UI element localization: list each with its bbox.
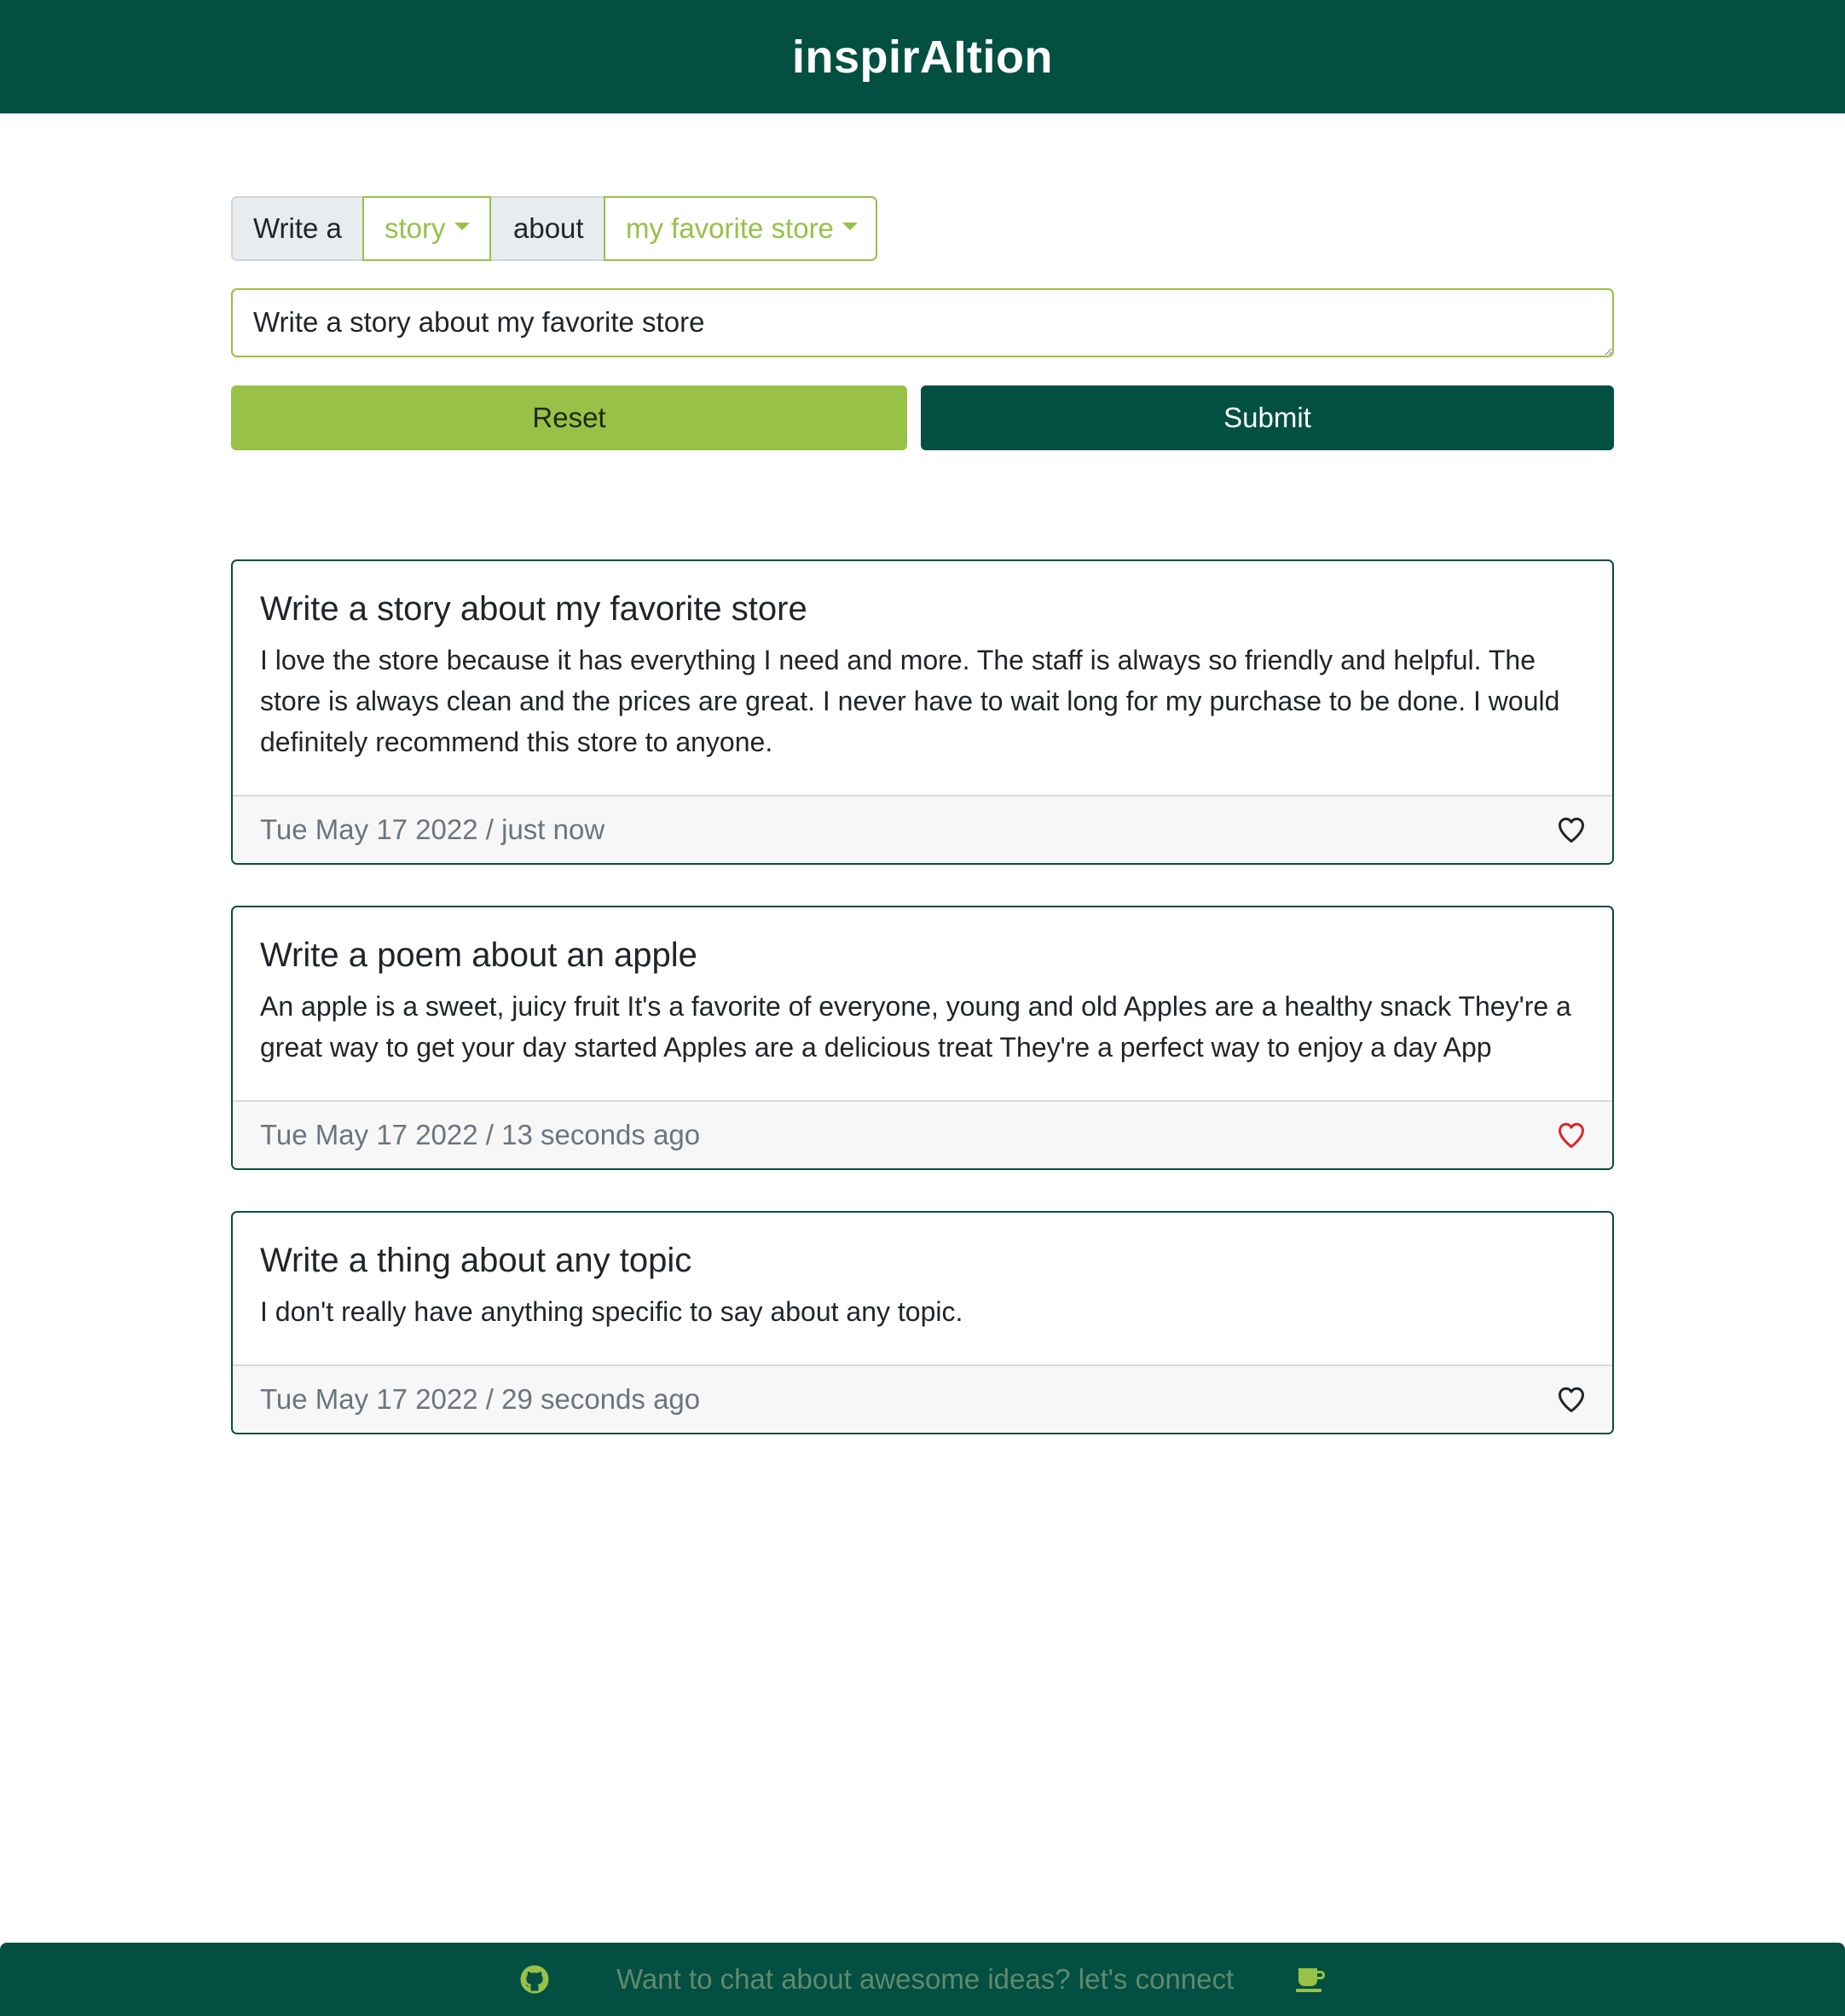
app-title: inspirAItion [792, 31, 1053, 83]
heart-outline-icon[interactable] [1556, 1384, 1587, 1415]
card-date: Tue May 17 2022 / just now [260, 814, 605, 845]
card-date: Tue May 17 2022 / 13 seconds ago [260, 1119, 701, 1150]
card-footer: Tue May 17 2022 / 13 seconds ago [233, 1100, 1612, 1168]
card-footer: Tue May 17 2022 / 29 seconds ago [233, 1364, 1612, 1433]
result-card: Write a thing about any topic I don't re… [231, 1211, 1614, 1434]
card-text: An apple is a sweet, juicy fruit It's a … [260, 991, 1571, 1063]
card-date: Tue May 17 2022 / 29 seconds ago [260, 1383, 701, 1415]
card-title: Write a poem about an apple [260, 936, 697, 974]
content-type-dropdown[interactable]: story [362, 196, 491, 261]
heart-outline-icon[interactable] [1556, 814, 1587, 845]
prompt-prefix-label: Write a [231, 196, 362, 261]
prompt-connector-label: about [491, 196, 604, 261]
prompt-builder: Write a story about my favorite store [231, 196, 877, 261]
card-footer: Tue May 17 2022 / just now [233, 795, 1612, 863]
card-title: Write a story about my favorite store [260, 590, 807, 628]
content-type-selected: story [385, 212, 446, 244]
result-card: Write a poem about an apple An apple is … [231, 906, 1614, 1170]
card-text: I don't really have anything specific to… [260, 1296, 963, 1327]
heart-outline-icon[interactable] [1556, 1120, 1587, 1150]
coffee-cup-icon[interactable] [1295, 1965, 1327, 1994]
prompt-textarea[interactable]: Write a story about my favorite store [231, 288, 1614, 357]
reset-button[interactable]: Reset [231, 385, 907, 450]
topic-selected: my favorite store [626, 212, 834, 244]
caret-down-icon [454, 222, 470, 230]
page-footer: Want to chat about awesome ideas? let's … [0, 1943, 1845, 2016]
app-header: inspirAItion [0, 0, 1845, 113]
prompt-prefix-text: Write a [253, 212, 342, 244]
github-icon[interactable] [519, 1964, 550, 1995]
card-title: Write a thing about any topic [260, 1242, 692, 1279]
prompt-connector-text: about [513, 212, 584, 244]
footer-connect-text: Want to chat about awesome ideas? let's … [616, 1963, 1235, 1995]
card-text: I love the store because it has everythi… [260, 645, 1560, 757]
caret-down-icon [842, 222, 858, 230]
card-body: Write a thing about any topic I don't re… [233, 1213, 1612, 1332]
card-body: Write a poem about an apple An apple is … [233, 907, 1612, 1068]
card-body: Write a story about my favorite store I … [233, 561, 1612, 762]
topic-dropdown[interactable]: my favorite store [604, 196, 877, 261]
result-card: Write a story about my favorite store I … [231, 559, 1614, 865]
submit-button[interactable]: Submit [921, 385, 1614, 450]
